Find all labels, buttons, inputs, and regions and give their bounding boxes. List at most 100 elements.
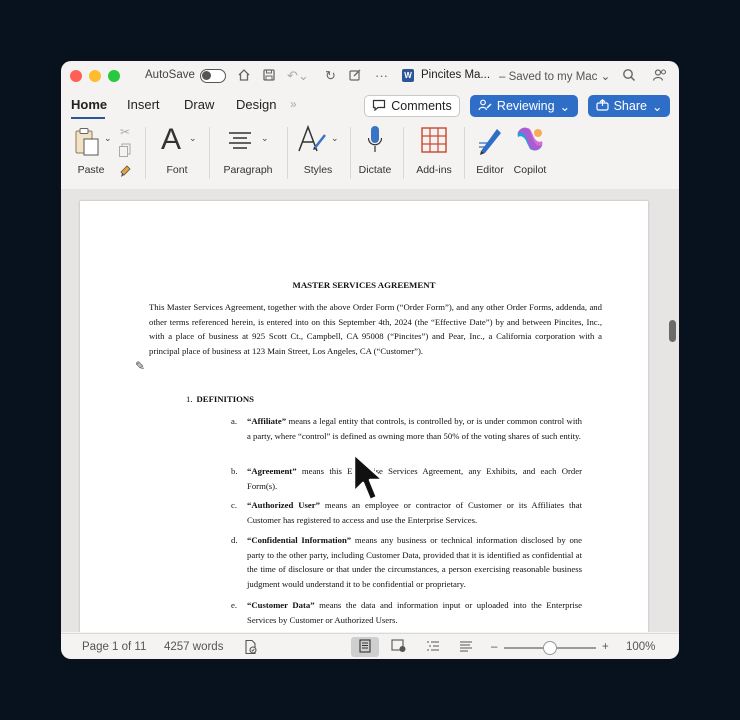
vertical-scrollbar[interactable] xyxy=(669,320,676,342)
copilot-label: Copilot xyxy=(513,164,547,176)
definition-item[interactable]: c. “Authorized User” means an employee or… xyxy=(231,498,582,527)
word-doc-icon: W xyxy=(402,69,414,82)
minimize-window-button[interactable] xyxy=(89,70,101,82)
chevron-down-icon: ⌄ xyxy=(651,99,663,114)
ribbon-toolbar: ⌄ ✂ Paste A ⌄ Font ⌄ Paragraph ⌄ Styles … xyxy=(61,121,679,189)
zoom-out-button[interactable]: – xyxy=(491,641,497,653)
editor-icon xyxy=(477,125,505,160)
definition-item[interactable]: b. “Agreement” means this Enterprise Serv… xyxy=(231,464,582,493)
zoom-in-button[interactable]: + xyxy=(602,641,609,653)
definition-term: “Customer Data” xyxy=(247,600,315,610)
font-label: Font xyxy=(166,164,188,176)
pointer-cursor-icon xyxy=(352,452,386,511)
section-heading: 1. DEFINITIONS xyxy=(186,392,254,407)
save-location[interactable]: – Saved to my Mac ⌄ xyxy=(499,69,610,83)
definition-item[interactable]: d. “Confidential Information” means any b… xyxy=(231,533,582,591)
tab-design[interactable]: Design xyxy=(236,97,276,112)
autosave-label: AutoSave xyxy=(145,69,195,81)
edit-marker-icon[interactable]: ✎ xyxy=(135,359,145,374)
styles-icon xyxy=(297,124,329,158)
more-tabs-icon[interactable]: » xyxy=(290,97,297,111)
definition-term: “Confidential Information” xyxy=(247,535,352,545)
agreement-title: MASTER SERVICES AGREEMENT xyxy=(292,280,436,290)
item-letter: a. xyxy=(231,416,238,426)
focus-button[interactable] xyxy=(385,637,413,657)
addins-label: Add-ins xyxy=(416,164,452,176)
definition-text: means this Enterprise Services Agreement… xyxy=(247,466,582,491)
accessibility-icon[interactable] xyxy=(243,639,259,658)
intro-paragraph[interactable]: This Master Services Agreement, together… xyxy=(149,300,602,358)
comments-button[interactable]: Comments xyxy=(364,95,460,117)
addins-button[interactable]: Add-ins xyxy=(411,121,457,189)
editor-button[interactable]: Editor xyxy=(471,121,509,189)
home-icon[interactable] xyxy=(237,68,251,86)
document-canvas[interactable]: MASTER SERVICES AGREEMENT This Master Se… xyxy=(61,189,679,632)
word-count[interactable]: 4257 words xyxy=(164,641,223,653)
styles-group[interactable]: ⌄ Styles xyxy=(293,121,343,189)
draft-icon xyxy=(459,640,473,655)
ribbon-divider xyxy=(287,127,288,179)
copy-icon[interactable] xyxy=(118,143,132,162)
styles-label: Styles xyxy=(303,164,333,176)
ribbon-divider xyxy=(209,127,210,179)
paste-dropdown-icon[interactable]: ⌄ xyxy=(104,133,112,144)
document-page[interactable]: MASTER SERVICES AGREEMENT This Master Se… xyxy=(80,201,648,632)
ribbon-divider xyxy=(403,127,404,179)
item-letter: e. xyxy=(231,600,238,610)
paragraph-icon xyxy=(227,131,253,156)
draft-button[interactable] xyxy=(452,637,480,657)
section-number: 1. xyxy=(186,394,193,404)
document-title[interactable]: Pincites Ma... xyxy=(421,69,490,81)
section-title: DEFINITIONS xyxy=(196,394,254,404)
active-tab-indicator xyxy=(71,117,105,119)
microphone-icon xyxy=(367,125,383,160)
reviewing-button[interactable]: Reviewing ⌄ xyxy=(470,95,578,117)
definition-item[interactable]: e. “Customer Data” means the data and inf… xyxy=(231,598,582,627)
more-icon[interactable]: ··· xyxy=(375,68,388,84)
zoom-window-button[interactable] xyxy=(108,70,120,82)
font-icon: A xyxy=(161,123,182,156)
paste-icon[interactable] xyxy=(74,127,100,162)
reviewing-label: Reviewing xyxy=(496,99,555,113)
zoom-level[interactable]: 100% xyxy=(626,641,655,653)
search-icon[interactable] xyxy=(622,68,636,86)
pencil-icon[interactable] xyxy=(348,68,362,86)
item-letter: b. xyxy=(231,466,238,476)
definition-text: means a legal entity that controls, is c… xyxy=(247,416,582,441)
tab-draw[interactable]: Draw xyxy=(184,97,214,112)
tab-home[interactable]: Home xyxy=(71,97,107,112)
cut-icon[interactable]: ✂ xyxy=(120,125,130,139)
paste-label: Paste xyxy=(77,164,105,176)
page-count[interactable]: Page 1 of 11 xyxy=(82,641,146,653)
redo-icon[interactable]: ↻ xyxy=(325,68,336,84)
paragraph-group[interactable]: ⌄ Paragraph xyxy=(217,121,279,189)
word-window: AutoSave ↶⌄ ↻ ··· W Pincites Ma... – Sav… xyxy=(61,61,679,659)
close-window-button[interactable] xyxy=(70,70,82,82)
ribbon-divider xyxy=(145,127,146,179)
paragraph-label: Paragraph xyxy=(223,164,273,176)
autosave-toggle[interactable] xyxy=(200,69,226,83)
font-group[interactable]: A ⌄ Font xyxy=(153,121,201,189)
print-layout-button[interactable] xyxy=(351,637,379,657)
share-people-icon[interactable] xyxy=(652,68,668,86)
tab-insert[interactable]: Insert xyxy=(127,97,160,112)
ribbon-tabs: Home Insert Draw Design » Comments Revie… xyxy=(61,93,679,119)
outline-button[interactable] xyxy=(419,637,447,657)
zoom-slider-handle[interactable] xyxy=(543,641,557,655)
copilot-button[interactable]: Copilot xyxy=(509,121,551,189)
dictate-label: Dictate xyxy=(358,164,392,176)
definition-term: “Authorized User” xyxy=(247,500,320,510)
print-layout-icon xyxy=(358,638,372,656)
share-button[interactable]: Share ⌄ xyxy=(588,95,670,117)
chevron-down-icon: ⌄ xyxy=(189,133,197,143)
dictate-button[interactable]: Dictate xyxy=(354,121,396,189)
definition-item[interactable]: a. “Affiliate” means a legal entity that … xyxy=(231,414,582,443)
save-icon[interactable] xyxy=(262,68,276,86)
definition-term: “Agreement” xyxy=(247,466,297,476)
outline-icon xyxy=(426,640,440,655)
undo-icon[interactable]: ↶⌄ xyxy=(287,68,309,84)
copilot-icon xyxy=(515,125,545,158)
pencil-person-icon xyxy=(478,99,492,114)
ribbon-divider xyxy=(464,127,465,179)
format-painter-icon[interactable] xyxy=(118,162,134,183)
